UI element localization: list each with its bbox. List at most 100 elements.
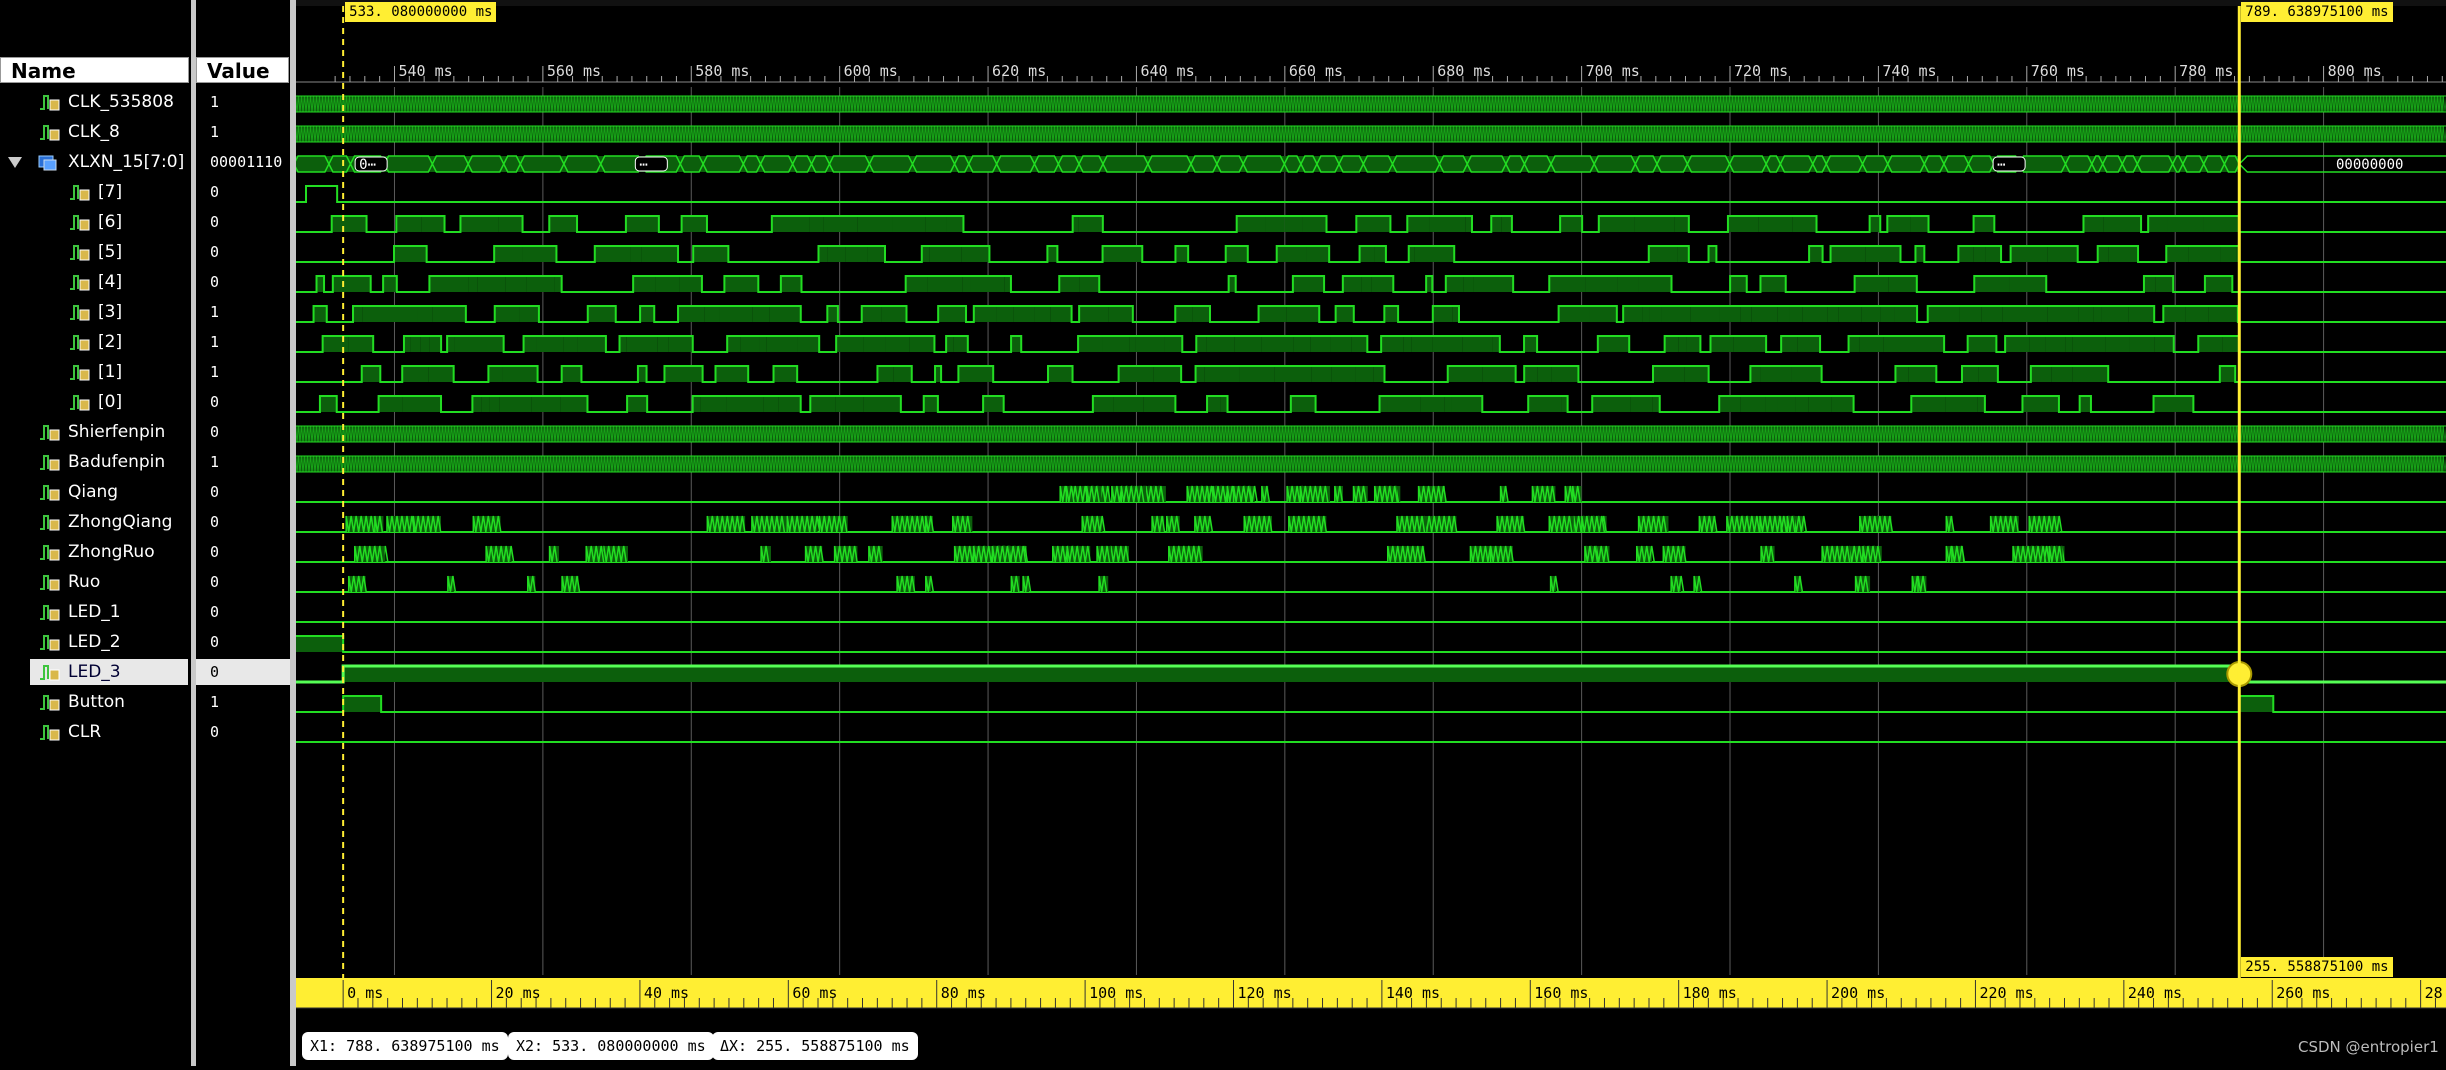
name-column-header[interactable]: Name <box>0 57 189 83</box>
signal-row[interactable]: XLXN_15[7:0] <box>0 147 191 177</box>
signal-row[interactable]: [6] <box>0 207 191 237</box>
high-level-fill <box>2154 336 2174 352</box>
bottom-tick-label: 40 ms <box>644 984 689 1002</box>
signal-icon <box>40 485 60 501</box>
high-level-fill <box>2155 276 2174 292</box>
high-level-fill <box>1011 336 1022 352</box>
high-level-fill <box>2220 246 2237 262</box>
high-level-fill <box>2103 216 2142 232</box>
high-level-fill <box>2203 216 2240 232</box>
high-level-fill <box>2079 396 2091 412</box>
expand-triangle-icon[interactable] <box>8 157 22 168</box>
high-level-fill <box>925 216 947 232</box>
high-level-fill <box>1848 336 1860 352</box>
signal-name: [6] <box>98 212 123 232</box>
high-level-fill <box>2051 366 2073 382</box>
high-level-fill <box>958 366 994 382</box>
signal-icon <box>70 245 90 261</box>
high-level-fill <box>1079 276 1100 292</box>
high-level-fill <box>1710 336 1734 352</box>
high-level-fill <box>1959 306 1982 322</box>
value-column-header[interactable]: Value <box>196 57 289 83</box>
signal-row[interactable]: [4] <box>0 267 191 297</box>
high-level-fill <box>1047 246 1058 262</box>
signal-icon <box>70 365 90 381</box>
signal-row[interactable]: [5] <box>0 237 191 267</box>
high-level-fill <box>587 306 616 322</box>
high-level-fill <box>313 306 327 322</box>
high-level-fill <box>1501 216 1512 232</box>
high-level-fill <box>577 336 606 352</box>
waveform-canvas[interactable]: 540 ms 560 ms 580 ms 600 ms 620 ms 640 ms 660 … <box>293 0 2446 1066</box>
signal-icon <box>70 185 90 201</box>
signal-icon <box>40 575 60 591</box>
signal-value: 0 <box>210 723 220 741</box>
high-level-fill <box>1733 336 1767 352</box>
signal-row[interactable]: [2] <box>0 327 191 357</box>
high-level-fill <box>1351 336 1368 352</box>
high-level-fill <box>1239 366 1275 382</box>
high-level-fill <box>905 276 928 292</box>
signal-row[interactable]: [0] <box>0 387 191 417</box>
high-level-fill <box>2030 366 2052 382</box>
signal-icon <box>40 695 60 711</box>
high-level-fill <box>704 306 720 322</box>
high-level-fill <box>1690 306 1720 322</box>
high-level-fill <box>1462 336 1493 352</box>
high-level-fill <box>1740 396 1766 412</box>
high-level-fill <box>2198 336 2223 352</box>
signal-value: 0 <box>210 273 220 291</box>
signal-row[interactable]: Qiang <box>0 477 191 507</box>
signal-row[interactable]: LED_2 <box>0 627 191 657</box>
high-level-fill <box>1013 306 1035 322</box>
high-level-fill <box>953 336 968 352</box>
high-level-fill <box>1059 276 1080 292</box>
high-level-fill <box>857 216 893 232</box>
high-level-fill <box>715 366 749 382</box>
signal-row[interactable]: CLR <box>0 717 191 747</box>
cursor1-time-tag[interactable]: 533. 080000000 ms <box>345 2 497 22</box>
signal-row[interactable]: ZhongRuo <box>0 537 191 567</box>
bus-fill <box>294 156 2240 172</box>
high-level-fill <box>554 276 562 292</box>
signal-row[interactable]: LED_1 <box>0 597 191 627</box>
signal-name: [2] <box>98 332 123 352</box>
high-level-fill <box>679 276 702 292</box>
signal-icon <box>40 665 60 681</box>
high-level-fill <box>1838 306 1862 322</box>
high-level-fill <box>383 276 397 292</box>
high-level-fill <box>1792 216 1817 232</box>
high-level-fill <box>881 306 907 322</box>
high-level-fill <box>2022 396 2059 412</box>
high-level-fill <box>2010 246 2048 262</box>
signal-row[interactable]: [3] <box>0 297 191 327</box>
high-level-fill <box>1797 336 1821 352</box>
signal-value: 0 <box>210 513 220 531</box>
high-level-fill <box>1597 336 1630 352</box>
cursor2-time-tag[interactable]: 789. 638975100 ms <box>2241 2 2393 22</box>
signal-row[interactable]: Button <box>0 687 191 717</box>
high-level-fill <box>429 276 469 292</box>
high-level-fill <box>1153 366 1182 382</box>
waveform-viewer[interactable]: 540 ms 560 ms 580 ms 600 ms 620 ms 640 ms 660 … <box>293 0 2446 1066</box>
top-tick-label: 780 ms <box>2179 62 2233 80</box>
high-level-fill <box>626 336 658 352</box>
signal-row[interactable]: CLK_535808 <box>0 87 191 117</box>
high-level-fill <box>402 366 429 382</box>
signal-row[interactable]: LED_3 <box>0 657 191 687</box>
signal-row[interactable]: Shierfenpin <box>0 417 191 447</box>
signal-name: Button <box>68 692 125 712</box>
signal-row[interactable]: [7] <box>0 177 191 207</box>
signal-row[interactable]: Badufenpin <box>0 447 191 477</box>
signal-row[interactable]: [1] <box>0 357 191 387</box>
signal-row[interactable]: ZhongQiang <box>0 507 191 537</box>
signal-icon <box>70 335 90 351</box>
bottom-tick-label: 160 ms <box>1534 984 1588 1002</box>
high-level-fill <box>752 306 770 322</box>
high-level-fill <box>331 216 367 232</box>
signal-row[interactable]: CLK_8 <box>0 117 191 147</box>
high-level-fill <box>1958 246 1974 262</box>
high-level-fill <box>625 216 659 232</box>
high-level-fill <box>1403 336 1412 352</box>
signal-row[interactable]: Ruo <box>0 567 191 597</box>
